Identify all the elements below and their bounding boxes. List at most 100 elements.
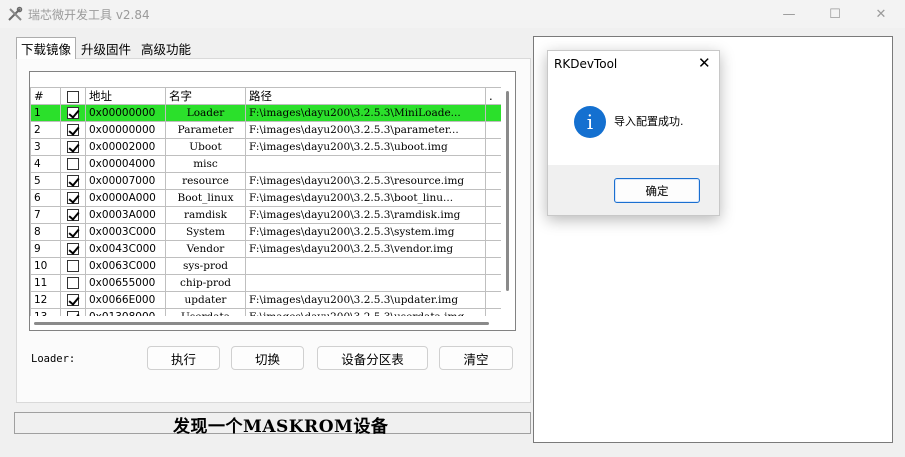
tab-download-image[interactable]: 下载镜像 [16,37,77,59]
table-row[interactable]: 11 0x00655000 chip-prod [30,274,502,292]
row-extra[interactable] [485,155,502,173]
row-extra[interactable] [485,138,502,156]
row-checkbox-cell[interactable] [60,155,86,173]
row-index[interactable]: 12 [30,291,61,309]
row-extra[interactable] [485,172,502,190]
row-checkbox-cell[interactable] [60,206,86,224]
horizontal-scroll-thumb[interactable] [34,322,489,325]
row-extra[interactable] [485,121,502,139]
column-header-name[interactable]: 名字 [165,87,246,105]
row-checkbox[interactable] [67,192,79,204]
row-path[interactable] [245,155,486,173]
row-checkbox[interactable] [67,243,79,255]
table-row[interactable]: 10 0x0063C000 sys-prod [30,257,502,275]
row-checkbox-cell[interactable] [60,104,86,122]
row-path[interactable]: F:\images\dayu200\3.2.5.3\MiniLoade... [245,104,486,122]
row-checkbox[interactable] [67,175,79,187]
row-name[interactable]: Uboot [165,138,246,156]
table-row[interactable]: 8 0x0003C000 System F:\images\dayu200\3.2.5… [30,223,502,241]
row-address[interactable]: 0x00002000 [85,138,166,156]
row-name[interactable]: sys-prod [165,257,246,275]
table-row[interactable]: 7 0x0003A000 ramdisk F:\images\dayu200\3.2.… [30,206,502,224]
table-row[interactable]: 5 0x00007000 resource F:\images\dayu200\3.2… [30,172,502,190]
row-checkbox[interactable] [67,277,79,289]
row-extra[interactable] [485,189,502,207]
row-address[interactable]: 0x0066E000 [85,291,166,309]
row-path[interactable] [245,274,486,292]
row-address[interactable]: 0x00004000 [85,155,166,173]
table-row[interactable]: 1 0x00000000 Loader F:\images\dayu200\3.2.5… [30,104,502,122]
row-path[interactable]: F:\images\dayu200\3.2.5.3\uboot.img [245,138,486,156]
row-index[interactable]: 3 [30,138,61,156]
row-index[interactable]: 4 [30,155,61,173]
vertical-scrollbar[interactable] [501,87,515,317]
row-checkbox[interactable] [67,226,79,238]
row-extra[interactable] [485,104,502,122]
switch-button[interactable]: 切换 [231,346,304,370]
maximize-button[interactable]: ☐ [812,0,858,28]
row-index[interactable]: 8 [30,223,61,241]
row-checkbox[interactable] [67,141,79,153]
row-path[interactable]: F:\images\dayu200\3.2.5.3\resource.img [245,172,486,190]
row-path[interactable]: F:\images\dayu200\3.2.5.3\system.img [245,223,486,241]
row-address[interactable]: 0x00000000 [85,104,166,122]
row-name[interactable]: System [165,223,246,241]
row-extra[interactable] [485,206,502,224]
table-row[interactable]: 9 0x0043C000 Vendor F:\images\dayu200\3.2.5… [30,240,502,258]
row-index[interactable]: 5 [30,172,61,190]
row-address[interactable]: 0x0063C000 [85,257,166,275]
column-header-address[interactable]: 地址 [85,87,166,105]
row-name[interactable]: Vendor [165,240,246,258]
row-index[interactable]: 9 [30,240,61,258]
row-checkbox-cell[interactable] [60,274,86,292]
row-checkbox-cell[interactable] [60,240,86,258]
row-path[interactable]: F:\images\dayu200\3.2.5.3\parameter... [245,121,486,139]
row-checkbox-cell[interactable] [60,291,86,309]
row-index[interactable]: 11 [30,274,61,292]
table-row[interactable]: 4 0x00004000 misc [30,155,502,173]
row-checkbox[interactable] [67,260,79,272]
ok-button[interactable]: 确定 [614,178,700,203]
row-name[interactable]: resource [165,172,246,190]
column-header-check[interactable] [60,87,86,105]
row-checkbox-cell[interactable] [60,121,86,139]
row-extra[interactable] [485,240,502,258]
row-address[interactable]: 0x00655000 [85,274,166,292]
row-checkbox-cell[interactable] [60,138,86,156]
row-checkbox[interactable] [67,294,79,306]
row-address[interactable]: 0x0043C000 [85,240,166,258]
tab-advanced[interactable]: 高级功能 [137,38,195,58]
dialog-close-button[interactable]: ✕ [698,54,711,72]
row-index[interactable]: 1 [30,104,61,122]
row-name[interactable]: chip-prod [165,274,246,292]
row-checkbox[interactable] [67,158,79,170]
row-address[interactable]: 0x0000A000 [85,189,166,207]
column-header-extra[interactable]: . [485,87,502,105]
row-name[interactable]: Loader [165,104,246,122]
row-checkbox[interactable] [67,124,79,136]
table-row[interactable]: 12 0x0066E000 updater F:\images\dayu200\3.2… [30,291,502,309]
table-row[interactable]: 2 0x00000000 Parameter F:\images\dayu200\3.… [30,121,502,139]
row-path[interactable]: F:\images\dayu200\3.2.5.3\boot_linu... [245,189,486,207]
row-checkbox-cell[interactable] [60,189,86,207]
run-button[interactable]: 执行 [147,346,220,370]
vertical-scroll-thumb[interactable] [506,91,509,291]
row-path[interactable]: F:\images\dayu200\3.2.5.3\vendor.img [245,240,486,258]
row-index[interactable]: 6 [30,189,61,207]
row-address[interactable]: 0x0003C000 [85,223,166,241]
row-extra[interactable] [485,274,502,292]
row-extra[interactable] [485,257,502,275]
row-checkbox[interactable] [67,209,79,221]
close-window-button[interactable]: ✕ [858,0,904,28]
clear-button[interactable]: 清空 [439,346,513,370]
row-name[interactable]: Boot_linux [165,189,246,207]
table-row[interactable]: 6 0x0000A000 Boot_linux F:\images\dayu200\3… [30,189,502,207]
row-path[interactable]: F:\images\dayu200\3.2.5.3\updater.img [245,291,486,309]
minimize-button[interactable]: — [766,0,812,28]
row-checkbox-cell[interactable] [60,257,86,275]
row-path[interactable] [245,257,486,275]
row-name[interactable]: ramdisk [165,206,246,224]
row-index[interactable]: 2 [30,121,61,139]
row-index[interactable]: 10 [30,257,61,275]
row-name[interactable]: misc [165,155,246,173]
